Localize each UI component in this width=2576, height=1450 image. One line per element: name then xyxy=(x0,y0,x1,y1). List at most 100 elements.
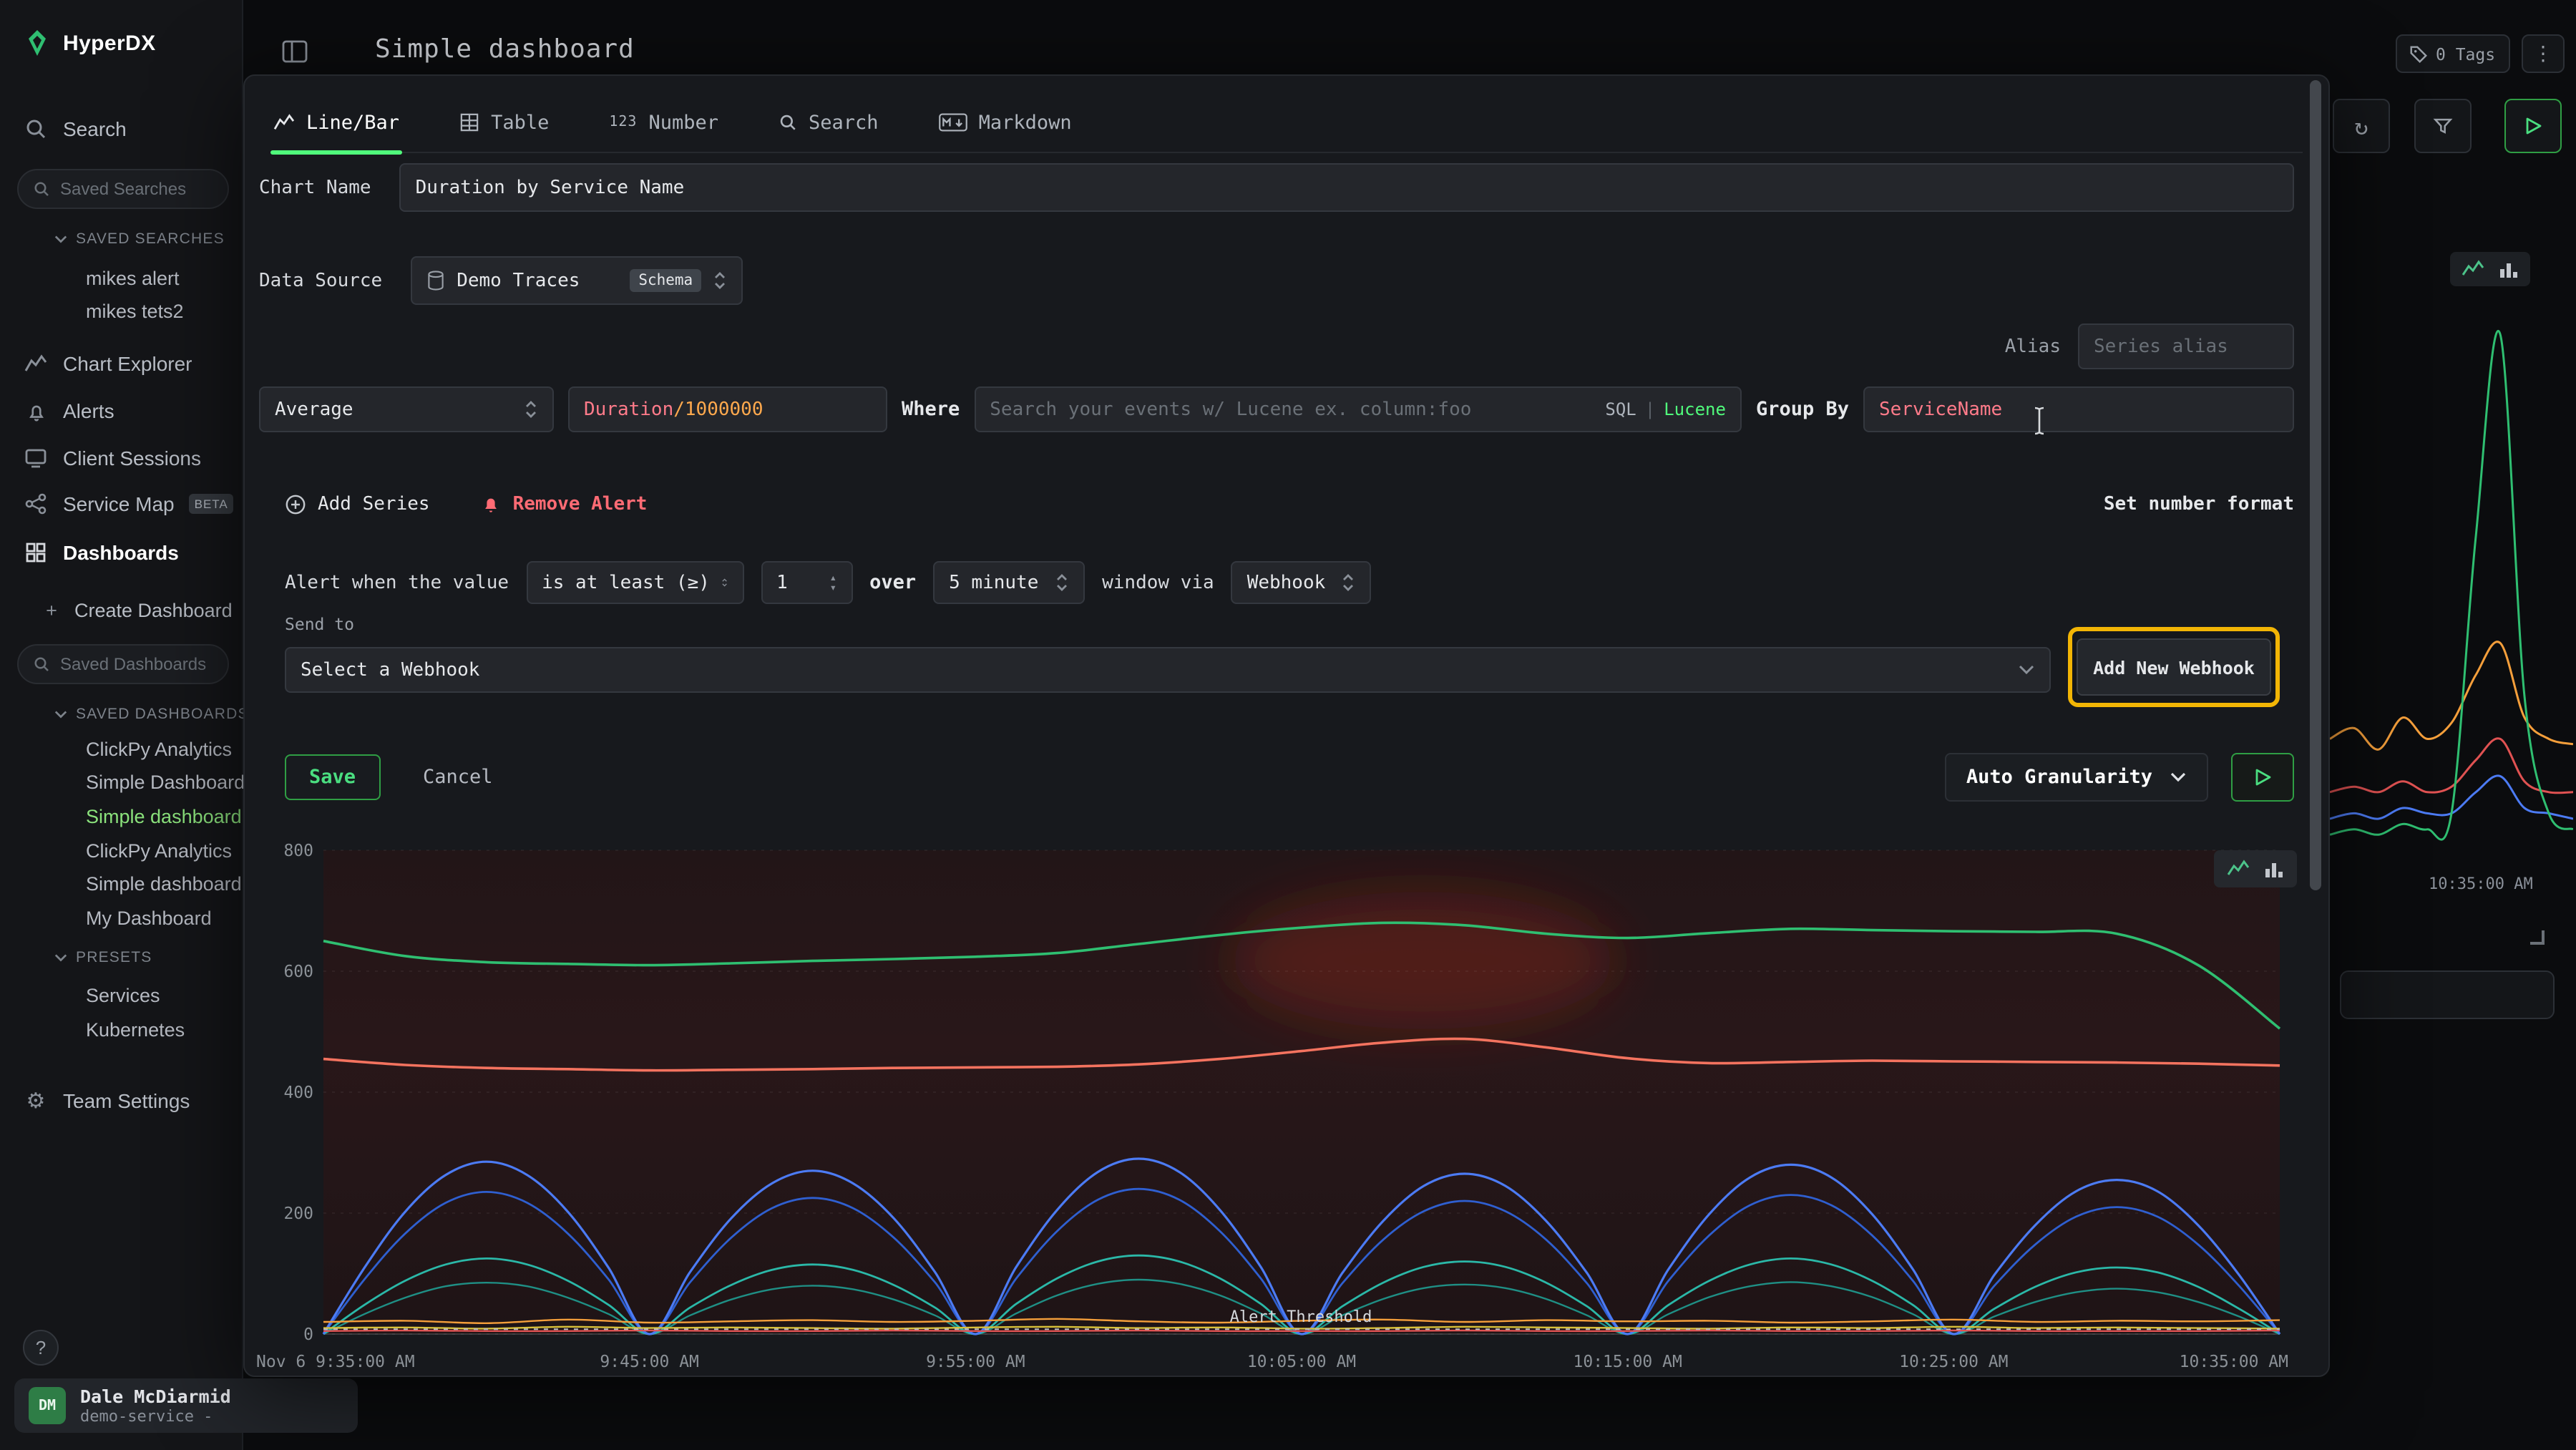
presets-section[interactable]: PRESETS xyxy=(54,949,152,966)
search-icon xyxy=(33,180,50,198)
create-dashboard-label: Create Dashboard xyxy=(74,599,233,621)
tab-markdown[interactable]: Markdown xyxy=(936,93,1075,152)
send-to-label: Send to xyxy=(285,614,354,634)
sidebar-item-label: Dashboards xyxy=(63,541,179,564)
sidebar-item-team-settings[interactable]: ⚙ Team Settings xyxy=(23,1084,190,1118)
dashboard-item[interactable]: ClickPy Analytics xyxy=(86,835,232,866)
channel-select[interactable]: Webhook xyxy=(1231,561,1372,604)
tab-table[interactable]: Table xyxy=(457,93,552,152)
line-chart-icon[interactable] xyxy=(2462,259,2484,279)
alert-prefix: Alert when the value xyxy=(285,572,509,593)
modal-footer-left: Save Cancel xyxy=(285,753,493,802)
sidebar: HyperDX Search Saved Searches SAVED SEAR… xyxy=(0,0,243,1450)
user-info: Dale McDiarmid demo-service - xyxy=(80,1386,231,1425)
tab-label: Line/Bar xyxy=(306,111,399,134)
user-menu[interactable]: DM Dale McDiarmid demo-service - xyxy=(14,1378,358,1433)
aggregation-value: Average xyxy=(275,399,353,420)
threshold-number-input[interactable]: 1 ▴▾ xyxy=(761,561,852,604)
sidebar-item-alerts[interactable]: Alerts xyxy=(23,394,114,428)
chart-name-input[interactable]: Duration by Service Name xyxy=(400,163,2294,212)
bell-icon xyxy=(23,398,49,424)
bar-chart-icon[interactable] xyxy=(2264,859,2284,879)
comparator-value: is at least (≥) xyxy=(542,572,710,593)
preset-item[interactable]: Services xyxy=(86,979,160,1011)
sql-option[interactable]: SQL xyxy=(1605,399,1636,419)
dashboard-item[interactable]: My Dashboard xyxy=(86,902,212,933)
tab-label: Markdown xyxy=(979,111,1072,134)
line-chart-icon[interactable] xyxy=(2227,859,2250,879)
alias-row: Alias Series alias xyxy=(2005,323,2294,369)
bg-chart-type-toggle[interactable] xyxy=(2450,252,2530,286)
tag-icon xyxy=(2410,45,2427,62)
saved-search-item[interactable]: mikes alert xyxy=(86,262,180,293)
chart-display-toggle[interactable] xyxy=(2214,850,2297,887)
dashboard-item-active[interactable]: Simple dashboard xyxy=(86,800,242,832)
preset-item[interactable]: Kubernetes xyxy=(86,1013,185,1045)
dashboards-icon xyxy=(23,540,49,565)
modal-scrollbar[interactable] xyxy=(2310,80,2321,890)
filter-button[interactable] xyxy=(2414,99,2472,153)
select-chevrons-icon xyxy=(1342,573,1356,593)
save-button[interactable]: Save xyxy=(285,754,380,800)
field-input[interactable]: Duration/1000000 xyxy=(568,386,887,432)
svg-text:10:35:00 AM: 10:35:00 AM xyxy=(2180,1353,2288,1371)
set-number-format-button[interactable]: Set number format xyxy=(2104,493,2294,515)
data-source-select[interactable]: Demo Traces Schema xyxy=(411,256,743,305)
data-source-value: Demo Traces xyxy=(457,270,580,291)
saved-searches-input[interactable]: Saved Searches xyxy=(17,169,229,209)
bar-chart-icon[interactable] xyxy=(2499,259,2519,279)
brand: HyperDX xyxy=(23,29,156,57)
cancel-button[interactable]: Cancel xyxy=(423,766,493,789)
comparator-select[interactable]: is at least (≥) xyxy=(526,561,743,604)
tab-label: Search xyxy=(809,111,879,134)
webhook-select[interactable]: Select a Webhook xyxy=(285,647,2051,693)
svg-text:10:15:00 AM: 10:15:00 AM xyxy=(1574,1353,1682,1371)
tab-number[interactable]: 123 Number xyxy=(606,93,721,152)
add-new-webhook-button[interactable]: Add New Webhook xyxy=(2077,638,2271,696)
add-series-button[interactable]: Add Series xyxy=(285,493,430,515)
kebab-menu-button[interactable]: ⋮ xyxy=(2522,34,2565,73)
granularity-select[interactable]: Auto Granularity xyxy=(1945,753,2208,802)
hyperdx-logo-icon xyxy=(23,29,52,57)
aggregation-select[interactable]: Average xyxy=(259,386,554,432)
sidebar-item-search[interactable]: Search xyxy=(23,112,127,146)
sidebar-item-dashboards[interactable]: Dashboards xyxy=(23,535,179,570)
dashboard-item[interactable]: Simple Dashboard xyxy=(86,766,245,797)
where-input[interactable]: Search your events w/ Lucene ex. column:… xyxy=(974,386,1742,432)
dashboard-item[interactable]: Simple dashboard xyxy=(86,867,242,899)
window-select[interactable]: 5 minute xyxy=(933,561,1085,604)
dashboard-item[interactable]: ClickPy Analytics xyxy=(86,733,232,764)
sidebar-collapse-icon[interactable] xyxy=(280,37,309,66)
avatar: DM xyxy=(29,1387,66,1424)
data-source-row: Data Source Demo Traces Schema xyxy=(259,256,743,305)
svg-text:600: 600 xyxy=(283,963,313,981)
saved-dashboards-section[interactable]: SAVED DASHBOARDS xyxy=(54,706,249,723)
sidebar-item-label: Client Sessions xyxy=(63,447,201,469)
group-by-input[interactable]: ServiceName xyxy=(1863,386,2294,432)
saved-dashboards-input[interactable]: Saved Dashboards xyxy=(17,644,229,684)
run-query-button-bg[interactable] xyxy=(2504,99,2562,153)
sidebar-item-chart-explorer[interactable]: Chart Explorer xyxy=(23,346,192,381)
tab-search[interactable]: Search xyxy=(776,93,882,152)
tags-button[interactable]: 0 Tags xyxy=(2396,34,2509,73)
lucene-option[interactable]: Lucene xyxy=(1664,399,1726,419)
remove-alert-button[interactable]: Remove Alert xyxy=(482,493,648,515)
create-dashboard-button[interactable]: + Create Dashboard xyxy=(43,593,233,627)
user-subtitle: demo-service - xyxy=(80,1406,231,1425)
refresh-button[interactable]: ↻ xyxy=(2333,99,2390,153)
number-stepper[interactable]: ▴▾ xyxy=(829,573,836,593)
text-cursor xyxy=(2031,405,2048,437)
over-label: over xyxy=(869,571,916,594)
run-chart-button[interactable] xyxy=(2231,753,2294,802)
saved-searches-section[interactable]: SAVED SEARCHES xyxy=(54,230,225,248)
chevron-down-icon xyxy=(54,710,67,719)
tile-resize-handle[interactable] xyxy=(2530,930,2545,945)
help-button[interactable]: ? xyxy=(23,1330,59,1366)
sidebar-item-client-sessions[interactable]: Client Sessions xyxy=(23,441,201,475)
stepper-down-icon[interactable]: ▾ xyxy=(829,583,836,593)
tab-line-bar[interactable]: Line/Bar xyxy=(270,93,402,152)
sidebar-item-service-map[interactable]: Service Map BETA xyxy=(23,487,234,521)
query-language-switch[interactable]: SQL | Lucene xyxy=(1605,399,1726,419)
saved-search-item[interactable]: mikes tets2 xyxy=(86,295,184,326)
alias-input[interactable]: Series alias xyxy=(2078,323,2294,369)
